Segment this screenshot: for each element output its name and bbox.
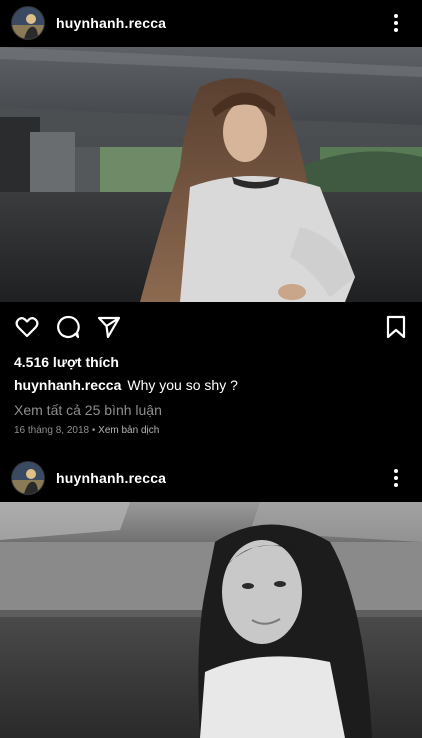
view-comments-link[interactable]: Xem tất cả 25 bình luận — [14, 402, 162, 418]
likes-count[interactable]: 4.516 lượt thích — [14, 354, 119, 370]
post-date: 16 tháng 8, 2018 — [14, 425, 90, 436]
post-meta: 16 tháng 8, 2018 • Xem bản dịch — [14, 425, 159, 436]
comment-icon[interactable] — [55, 314, 81, 340]
post-actions — [0, 304, 422, 348]
meta-separator: • — [91, 425, 96, 436]
post-photo[interactable] — [0, 47, 422, 302]
translate-link[interactable]: Xem bản dịch — [98, 425, 159, 436]
share-icon[interactable] — [96, 314, 122, 340]
more-vertical-icon[interactable] — [386, 13, 406, 33]
post-photo[interactable] — [0, 502, 422, 738]
caption-text: Why you so shy ? — [127, 377, 238, 393]
avatar[interactable] — [12, 462, 44, 494]
more-vertical-icon[interactable] — [386, 468, 406, 488]
heart-icon[interactable] — [14, 314, 40, 340]
post-username[interactable]: huynhanh.recca — [56, 470, 166, 486]
post-header: huynhanh.recca — [0, 455, 422, 501]
caption: huynhanh.recca Why you so shy ? — [14, 377, 238, 393]
post-username[interactable]: huynhanh.recca — [56, 15, 166, 31]
post-header: huynhanh.recca — [0, 0, 422, 46]
caption-username[interactable]: huynhanh.recca — [14, 377, 121, 393]
bookmark-icon[interactable] — [383, 314, 409, 340]
avatar[interactable] — [12, 7, 44, 39]
